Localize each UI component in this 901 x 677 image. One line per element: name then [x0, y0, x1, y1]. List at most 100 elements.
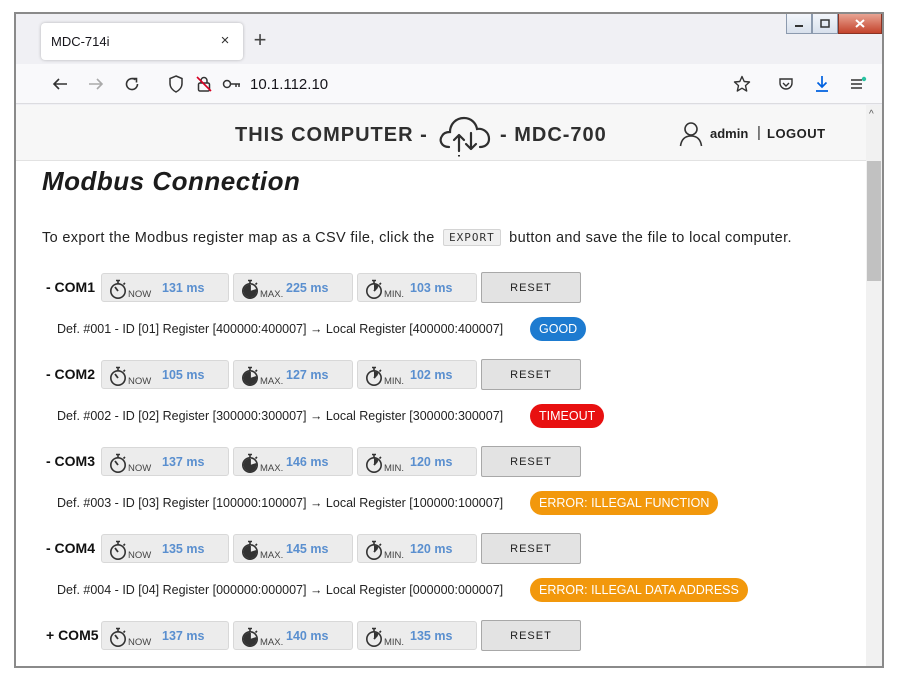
tab-close-button[interactable]: ×: [215, 31, 235, 51]
com-port-toggle[interactable]: - COM4: [46, 540, 95, 556]
timer-max-label: MAX.: [260, 289, 284, 300]
address-bar[interactable]: 10.1.112.10: [162, 69, 762, 99]
timer-max: MAX. 225 ms: [233, 273, 353, 302]
timer-max: MAX. 145 ms: [233, 534, 353, 563]
timer-max-value: 146 ms: [286, 455, 329, 469]
header-separator: |: [757, 124, 761, 141]
logout-link[interactable]: LOGOUT: [767, 126, 826, 141]
user-icon: [679, 122, 703, 147]
forward-icon[interactable]: [84, 72, 108, 96]
timer-max-label: MAX.: [260, 376, 284, 387]
export-label: EXPORT: [443, 229, 501, 246]
timer-max: MAX. 140 ms: [233, 621, 353, 650]
definition-text: Def. #003 - ID [03] Register [100000:100…: [57, 496, 504, 510]
timer-max-label: MAX.: [260, 637, 284, 648]
cloud-sync-icon: [439, 116, 491, 157]
timer-min-label: MIN.: [384, 289, 405, 300]
timer-now: NOW 137 ms: [101, 621, 229, 650]
timer-min: MIN. 135 ms: [357, 621, 477, 650]
timer-now: NOW 105 ms: [101, 360, 229, 389]
reset-button[interactable]: RESET: [481, 533, 581, 564]
timer-min-value: 135 ms: [410, 629, 453, 643]
timer-now-value: 105 ms: [162, 368, 205, 382]
timer-min-label: MIN.: [384, 463, 405, 474]
timer-now-label: NOW: [128, 637, 152, 648]
page-viewport: THIS COMPUTER - - MDC-700 admin | LOGOUT…: [16, 105, 866, 666]
com-port-toggle[interactable]: - COM2: [46, 366, 95, 382]
definition-row: Def. #003 - ID [03] Register [100000:100…: [16, 488, 866, 518]
timer-max-label: MAX.: [260, 463, 284, 474]
close-window-button[interactable]: [838, 14, 882, 34]
pocket-icon[interactable]: [774, 72, 798, 96]
definition-text: Def. #002 - ID [02] Register [300000:300…: [57, 409, 504, 423]
com-port-toggle[interactable]: - COM1: [46, 279, 95, 295]
definition-text: Def. #001 - ID [01] Register [400000:400…: [57, 322, 504, 336]
export-instructions: To export the Modbus register map as a C…: [42, 229, 792, 246]
scrollbar-thumb[interactable]: [867, 161, 881, 281]
timer-min-value: 103 ms: [410, 281, 453, 295]
timer-min-label: MIN.: [384, 376, 405, 387]
timer-now-label: NOW: [128, 463, 152, 474]
reset-button[interactable]: RESET: [481, 446, 581, 477]
timer-max: MAX. 127 ms: [233, 360, 353, 389]
intro-text-before: To export the Modbus register map as a C…: [42, 230, 435, 246]
timer-min: MIN. 120 ms: [357, 447, 477, 476]
reset-button[interactable]: RESET: [481, 272, 581, 303]
timer-min-label: MIN.: [384, 637, 405, 648]
timer-min-value: 102 ms: [410, 368, 453, 382]
new-tab-button[interactable]: +: [248, 29, 272, 53]
timer-max-value: 225 ms: [286, 281, 329, 295]
status-badge: GOOD: [530, 317, 587, 341]
vertical-scrollbar[interactable]: ^: [866, 105, 882, 666]
insecure-lock-icon[interactable]: [192, 72, 216, 96]
downloads-icon[interactable]: [810, 72, 834, 96]
timer-now-label: NOW: [128, 376, 152, 387]
timer-now: NOW 137 ms: [101, 447, 229, 476]
site-header: THIS COMPUTER - - MDC-700 admin | LOGOUT: [16, 105, 866, 161]
page-title: Modbus Connection: [42, 166, 301, 196]
shield-icon[interactable]: [164, 72, 188, 96]
navigation-bar: 10.1.112.10: [16, 64, 882, 104]
definition-row: Def. #002 - ID [02] Register [300000:300…: [16, 401, 866, 431]
scroll-up-arrow-icon[interactable]: ^: [869, 109, 874, 120]
timer-now: NOW 131 ms: [101, 273, 229, 302]
timer-now-label: NOW: [128, 289, 152, 300]
timer-min: MIN. 102 ms: [357, 360, 477, 389]
intro-text-after: button and save the file to local comput…: [509, 230, 792, 246]
timer-now-value: 131 ms: [162, 281, 205, 295]
tab-strip: MDC-714i × +: [16, 14, 882, 64]
menu-icon[interactable]: [846, 72, 870, 96]
com-row: - COM4 NOW 135 ms MAX. 145 ms MIN. 120 ms RESET: [16, 533, 866, 565]
timer-now: NOW 135 ms: [101, 534, 229, 563]
com-row: + COM5 NOW 137 ms MAX. 140 ms MIN. 135 ms RESET: [16, 620, 866, 652]
definition-row: Def. #004 - ID [04] Register [000000:000…: [16, 575, 866, 605]
reload-icon[interactable]: [120, 72, 144, 96]
timer-now-label: NOW: [128, 550, 152, 561]
com-port-toggle[interactable]: + COM5: [46, 627, 99, 643]
tab-title: MDC-714i: [51, 34, 110, 49]
timer-now-value: 135 ms: [162, 542, 205, 556]
username-label: admin: [710, 126, 749, 141]
timer-now-value: 137 ms: [162, 629, 205, 643]
com-row: - COM2 NOW 105 ms MAX. 127 ms MIN. 102 ms RESET: [16, 359, 866, 391]
brand-this-computer: THIS COMPUTER -: [235, 124, 428, 146]
timer-min-value: 120 ms: [410, 542, 453, 556]
definition-text: Def. #004 - ID [04] Register [000000:000…: [57, 583, 504, 597]
minimize-button[interactable]: [786, 14, 812, 34]
timer-min: MIN. 120 ms: [357, 534, 477, 563]
reset-button[interactable]: RESET: [481, 359, 581, 390]
back-icon[interactable]: [48, 72, 72, 96]
timer-min-label: MIN.: [384, 550, 405, 561]
url-text: 10.1.112.10: [250, 76, 329, 93]
reset-button[interactable]: RESET: [481, 620, 581, 651]
timer-max: MAX. 146 ms: [233, 447, 353, 476]
maximize-button[interactable]: [812, 14, 838, 34]
timer-max-value: 140 ms: [286, 629, 329, 643]
status-badge: TIMEOUT: [530, 404, 605, 428]
browser-tab[interactable]: MDC-714i ×: [41, 23, 243, 60]
key-icon[interactable]: [220, 72, 244, 96]
timer-min: MIN. 103 ms: [357, 273, 477, 302]
com-row: - COM1 NOW 131 ms MAX. 225 ms MIN. 103 ms RESET: [16, 272, 866, 304]
com-port-toggle[interactable]: - COM3: [46, 453, 95, 469]
bookmark-star-icon[interactable]: [730, 72, 754, 96]
